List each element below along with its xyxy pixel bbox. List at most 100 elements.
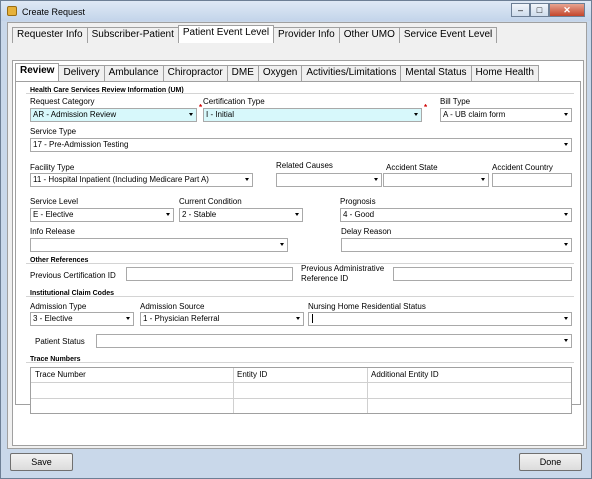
prev-cert-input[interactable] xyxy=(126,267,293,281)
grid-row-divider xyxy=(31,398,571,399)
tab-service-event-level[interactable]: Service Event Level xyxy=(398,27,498,43)
facility-type-value: 11 - Hospital Inpatient (Including Medic… xyxy=(33,175,209,184)
chevron-down-icon xyxy=(564,339,568,342)
minimize-button[interactable]: – xyxy=(511,3,530,17)
service-level-select[interactable]: E - Elective xyxy=(30,208,174,222)
accident-state-label: Accident State xyxy=(386,163,438,172)
tab-review[interactable]: Review xyxy=(15,63,60,81)
accident-country-input[interactable] xyxy=(492,173,572,187)
current-condition-select[interactable]: 2 - Stable xyxy=(179,208,303,222)
chevron-down-icon xyxy=(481,178,485,181)
chevron-down-icon xyxy=(189,113,193,116)
admission-type-select[interactable]: 3 - Elective xyxy=(30,312,134,326)
facility-type-select[interactable]: 11 - Hospital Inpatient (Including Medic… xyxy=(30,173,253,187)
prev-admin-label-2: Reference ID xyxy=(301,274,349,283)
service-type-select[interactable]: 17 - Pre-Admission Testing xyxy=(30,138,572,152)
patient-status-select[interactable] xyxy=(96,334,572,348)
bill-type-label: Bill Type xyxy=(440,97,471,106)
required-marker: * xyxy=(199,103,203,112)
related-causes-select[interactable] xyxy=(276,173,382,187)
certification-type-value: I - Initial xyxy=(206,110,235,119)
delay-reason-label: Delay Reason xyxy=(341,227,392,236)
chevron-down-icon xyxy=(126,317,130,320)
admission-type-value: 3 - Elective xyxy=(33,314,73,323)
tab-mental-status[interactable]: Mental Status xyxy=(400,65,472,81)
column-header-trace-number[interactable]: Trace Number xyxy=(31,368,86,382)
title-bar[interactable]: Create Request – □ ✕ xyxy=(1,1,591,21)
grid-row-divider xyxy=(31,382,571,383)
close-button[interactable]: ✕ xyxy=(549,3,585,17)
prognosis-value: 4 - Good xyxy=(343,210,375,219)
chevron-down-icon xyxy=(280,243,284,246)
tab-requester-info[interactable]: Requester Info xyxy=(12,27,88,43)
service-level-value: E - Elective xyxy=(33,210,74,219)
tab-other-umo[interactable]: Other UMO xyxy=(338,27,400,43)
chevron-down-icon xyxy=(166,213,170,216)
tab-chiropractor[interactable]: Chiropractor xyxy=(162,65,228,81)
create-request-window: Create Request – □ ✕ Requester Info Subs… xyxy=(0,0,592,479)
save-button[interactable]: Save xyxy=(10,453,73,471)
related-causes-label: Related Causes xyxy=(276,161,333,170)
tab-provider-info[interactable]: Provider Info xyxy=(273,27,340,43)
request-category-label: Request Category xyxy=(30,97,95,106)
other-references-divider xyxy=(26,263,574,264)
accident-country-label: Accident Country xyxy=(492,163,553,172)
certification-type-select[interactable]: I - Initial xyxy=(203,108,422,122)
accident-state-select[interactable] xyxy=(383,173,489,187)
chevron-down-icon xyxy=(564,113,568,116)
admission-type-label: Admission Type xyxy=(30,302,87,311)
delay-reason-select[interactable] xyxy=(341,238,572,252)
chevron-down-icon xyxy=(564,213,568,216)
required-marker: * xyxy=(424,103,428,112)
info-release-label: Info Release xyxy=(30,227,75,236)
current-condition-label: Current Condition xyxy=(179,197,242,206)
request-category-select[interactable]: AR - Admission Review xyxy=(30,108,197,122)
current-condition-value: 2 - Stable xyxy=(182,210,217,219)
prev-admin-label-1: Previous Administrative xyxy=(301,264,385,273)
prognosis-label: Prognosis xyxy=(340,197,376,206)
column-header-additional-entity-id[interactable]: Additional Entity ID xyxy=(367,368,439,382)
institutional-divider xyxy=(26,296,574,297)
nursing-home-select[interactable] xyxy=(308,312,572,326)
main-frame: Requester Info Subscriber-Patient Patien… xyxy=(7,22,587,449)
tab-patient-event-level[interactable]: Patient Event Level xyxy=(177,25,275,43)
app-icon xyxy=(7,6,17,16)
tab-delivery[interactable]: Delivery xyxy=(58,65,105,81)
bill-type-value: A - UB claim form xyxy=(443,110,506,119)
certification-type-label: Certification Type xyxy=(203,97,265,106)
facility-type-label: Facility Type xyxy=(30,163,75,172)
tab-home-health[interactable]: Home Health xyxy=(470,65,539,81)
prev-admin-input[interactable] xyxy=(393,267,572,281)
info-release-select[interactable] xyxy=(30,238,288,252)
window-title: Create Request xyxy=(22,7,86,17)
grid-column-divider xyxy=(233,368,234,413)
um-group-divider xyxy=(26,93,574,94)
chevron-down-icon xyxy=(295,213,299,216)
column-header-entity-id[interactable]: Entity ID xyxy=(233,368,267,382)
tab-dme[interactable]: DME xyxy=(226,65,259,81)
trace-numbers-grid[interactable]: Trace Number Entity ID Additional Entity… xyxy=(30,367,572,414)
request-category-value: AR - Admission Review xyxy=(33,110,117,119)
text-caret xyxy=(312,314,313,324)
maximize-button[interactable]: □ xyxy=(530,3,549,17)
tab-subscriber-patient[interactable]: Subscriber-Patient xyxy=(86,27,179,43)
tab-activities-limitations[interactable]: Activities/Limitations xyxy=(301,65,402,81)
admission-source-label: Admission Source xyxy=(140,302,205,311)
admission-source-value: 1 - Physician Referral xyxy=(143,314,220,323)
tab-ambulance[interactable]: Ambulance xyxy=(103,65,164,81)
chevron-down-icon xyxy=(414,113,418,116)
grid-column-divider xyxy=(367,368,368,413)
service-type-label: Service Type xyxy=(30,127,77,136)
chevron-down-icon xyxy=(564,317,568,320)
patient-status-label: Patient Status xyxy=(35,337,85,346)
service-type-value: 17 - Pre-Admission Testing xyxy=(33,140,129,149)
prognosis-select[interactable]: 4 - Good xyxy=(340,208,572,222)
admission-source-select[interactable]: 1 - Physician Referral xyxy=(140,312,304,326)
bill-type-select[interactable]: A - UB claim form xyxy=(440,108,572,122)
nursing-home-label: Nursing Home Residential Status xyxy=(308,302,426,311)
review-page: Health Care Services Review Information … xyxy=(15,81,581,414)
tab-oxygen[interactable]: Oxygen xyxy=(257,65,303,81)
done-button[interactable]: Done xyxy=(519,453,582,471)
trace-numbers-divider xyxy=(26,362,574,363)
chevron-down-icon xyxy=(374,178,378,181)
